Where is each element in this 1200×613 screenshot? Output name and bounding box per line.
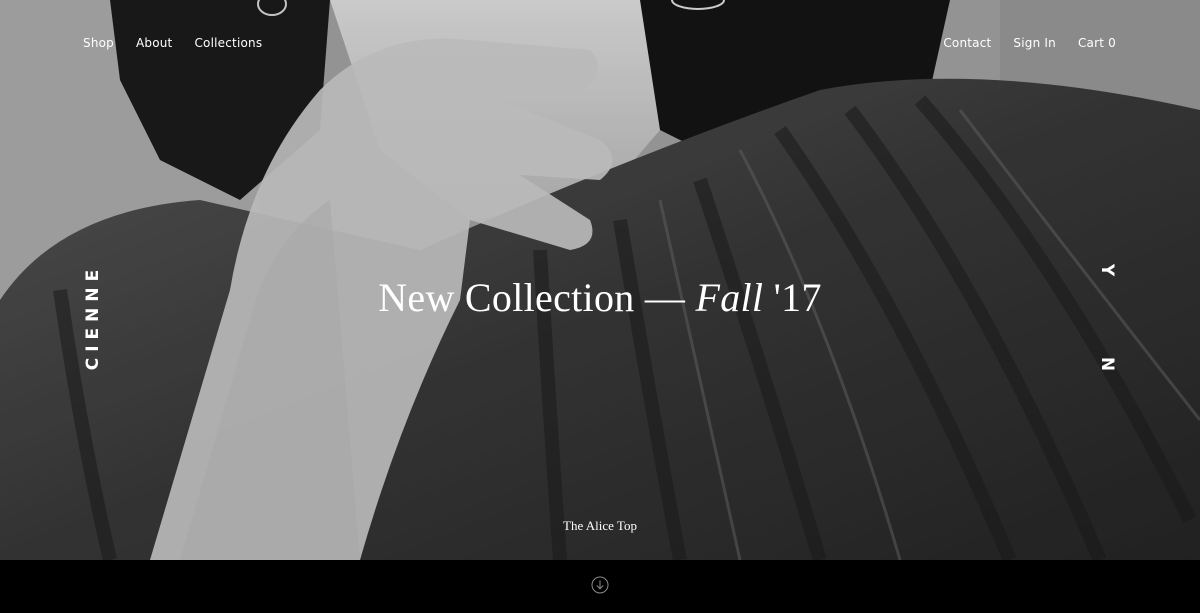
hero-section: Shop About Collections Contact Sign In C…	[0, 0, 1200, 560]
headline-main: New Collection —	[378, 275, 696, 320]
nav-contact-link[interactable]: Contact	[943, 36, 991, 50]
nav-collections-link[interactable]: Collections	[194, 36, 262, 50]
hero-headline: New Collection — Fall '17	[0, 274, 1200, 321]
headline-season: Fall	[695, 275, 764, 320]
bottom-bar	[0, 560, 1200, 613]
product-caption[interactable]: The Alice Top	[0, 518, 1200, 534]
primary-nav: Shop About Collections	[83, 36, 262, 50]
nav-about-link[interactable]: About	[136, 36, 172, 50]
nav-sign-in-link[interactable]: Sign In	[1013, 36, 1056, 50]
brand-location-letter-bottom: N	[1096, 356, 1117, 372]
headline-year: '17	[763, 275, 822, 320]
account-nav: Contact Sign In Cart 0	[943, 36, 1116, 50]
nav-cart-link[interactable]: Cart 0	[1078, 36, 1116, 50]
arrow-down-circle-icon[interactable]	[591, 576, 609, 594]
nav-shop-link[interactable]: Shop	[83, 36, 114, 50]
